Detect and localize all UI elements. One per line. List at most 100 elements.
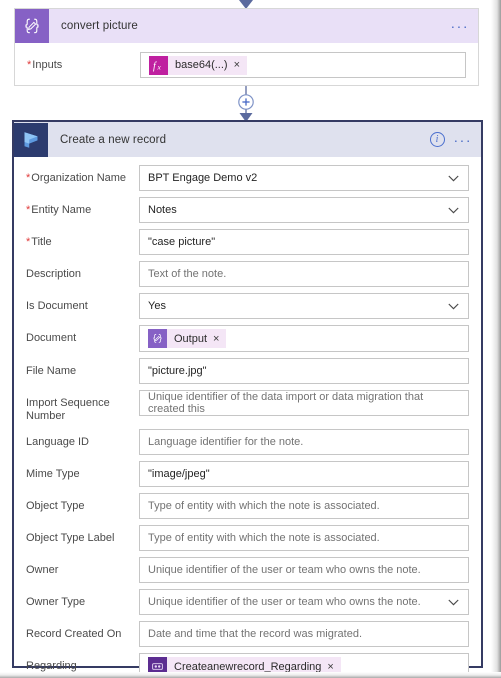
field-row-description: Description Text of the note. <box>26 261 469 287</box>
field-label-text: Record Created On <box>26 628 122 640</box>
field-input-import-sequence-number[interactable]: Unique identifier of the data import or … <box>139 390 469 416</box>
required-asterisk: * <box>26 236 31 248</box>
field-label-text: Is Document <box>26 300 88 312</box>
compose-braces-icon <box>15 9 49 43</box>
field-input-object-type-label[interactable]: Type of entity with which the note is as… <box>139 525 469 551</box>
field-label-text: Document <box>26 332 77 344</box>
token-remove-icon[interactable]: × <box>213 333 221 345</box>
field-dropdown-is-document[interactable]: Yes <box>139 293 469 319</box>
token-remove-icon[interactable]: × <box>234 59 242 71</box>
field-value-file-name: "picture.jpg" <box>148 365 207 377</box>
card-title-convert-picture: convert picture <box>61 20 138 32</box>
required-asterisk: * <box>27 59 32 71</box>
field-value-title: "case picture" <box>148 236 216 248</box>
card-body-create-a-new-record: *Organization Name BPT Engage Demo v2 *Ent… <box>14 157 481 678</box>
more-commands-icon[interactable]: ··· <box>451 19 470 33</box>
field-label-organization-name: *Organization Name <box>26 165 139 185</box>
field-label-regarding: Regarding <box>26 653 139 673</box>
field-placeholder-language-id: Language identifier for the note. <box>148 436 304 448</box>
field-value-organization-name: BPT Engage Demo v2 <box>148 172 258 184</box>
field-dropdown-organization-name[interactable]: BPT Engage Demo v2 <box>139 165 469 191</box>
card-header-convert-picture[interactable]: convert picture ··· <box>15 9 478 43</box>
field-row-entity-name: *Entity Name Notes <box>26 197 469 223</box>
svg-text:x: x <box>157 62 162 71</box>
field-value-entity-name: Notes <box>148 204 177 216</box>
field-label-object-type: Object Type <box>26 493 139 513</box>
chevron-down-icon <box>448 303 459 310</box>
field-input-title[interactable]: "case picture" <box>139 229 469 255</box>
token-base64[interactable]: f x base64(...) × <box>149 55 248 75</box>
field-input-owner[interactable]: Unique identifier of the user or team wh… <box>139 557 469 583</box>
field-label-text: Import Sequence Number <box>26 397 110 422</box>
field-label-owner-type: Owner Type <box>26 589 139 609</box>
field-label-record-created-on: Record Created On <box>26 621 139 641</box>
field-input-record-created-on[interactable]: Date and time that the record was migrat… <box>139 621 469 647</box>
chevron-down-icon <box>448 599 459 606</box>
required-asterisk: * <box>26 204 31 216</box>
required-asterisk: * <box>26 172 31 184</box>
flow-designer-canvas: convert picture ··· *Inputs f x base64(.… <box>0 0 501 678</box>
field-dropdown-owner-type[interactable]: Unique identifier of the user or team wh… <box>139 589 469 615</box>
field-label-description: Description <box>26 261 139 281</box>
field-label-is-document: Is Document <box>26 293 139 313</box>
field-label-entity-name: *Entity Name <box>26 197 139 217</box>
field-placeholder-object-type-label: Type of entity with which the note is as… <box>148 532 380 544</box>
field-label-text: Regarding <box>26 660 77 672</box>
field-input-mime-type[interactable]: "image/jpeg" <box>139 461 469 487</box>
field-row-file-name: File Name "picture.jpg" <box>26 358 469 384</box>
field-row-mime-type: Mime Type "image/jpeg" <box>26 461 469 487</box>
dynamics365-icon <box>14 122 48 157</box>
field-row-language-id: Language ID Language identifier for the n… <box>26 429 469 455</box>
field-label-text: Organization Name <box>31 172 127 184</box>
field-label-mime-type: Mime Type <box>26 461 139 481</box>
field-row-organization-name: *Organization Name BPT Engage Demo v2 <box>26 165 469 191</box>
chevron-down-icon <box>448 175 459 182</box>
field-label-title: *Title <box>26 229 139 249</box>
compose-output-icon <box>148 329 167 348</box>
field-row-import-sequence-number: Import Sequence Number Unique identifier … <box>26 390 469 423</box>
field-label-document: Document <box>26 325 139 345</box>
field-label-import-sequence-number: Import Sequence Number <box>26 390 139 423</box>
field-input-inputs[interactable]: f x base64(...) × <box>140 52 466 78</box>
field-row-title: *Title "case picture" <box>26 229 469 255</box>
field-dropdown-entity-name[interactable]: Notes <box>139 197 469 223</box>
field-row-owner: Owner Unique identifier of the user or te… <box>26 557 469 583</box>
field-input-object-type[interactable]: Type of entity with which the note is as… <box>139 493 469 519</box>
canvas-scrollbar-gutter[interactable] <box>491 0 501 678</box>
field-placeholder-record-created-on: Date and time that the record was migrat… <box>148 628 362 640</box>
field-placeholder-owner-type: Unique identifier of the user or team wh… <box>148 596 421 608</box>
field-input-document[interactable]: Output × <box>139 325 469 352</box>
field-value-mime-type: "image/jpeg" <box>148 468 210 480</box>
field-label-text: Title <box>31 236 52 248</box>
field-label-language-id: Language ID <box>26 429 139 449</box>
field-row-is-document: Is Document Yes <box>26 293 469 319</box>
field-placeholder-import-sequence-number: Unique identifier of the data import or … <box>148 391 424 415</box>
field-label-file-name: File Name <box>26 358 139 378</box>
field-input-description[interactable]: Text of the note. <box>139 261 469 287</box>
action-card-convert-picture[interactable]: convert picture ··· *Inputs f x base64(.… <box>14 8 479 86</box>
field-input-language-id[interactable]: Language identifier for the note. <box>139 429 469 455</box>
chevron-down-icon <box>448 207 459 214</box>
token-label-regarding: Createanewrecord_Regarding <box>174 660 322 673</box>
token-label-document: Output <box>174 332 208 345</box>
card-header-actions-2: i ··· <box>429 122 473 157</box>
field-label-object-type-label: Object Type Label <box>26 525 139 545</box>
field-input-file-name[interactable]: "picture.jpg" <box>139 358 469 384</box>
field-row-document: Document Output × <box>26 325 469 352</box>
field-label-text: Owner Type <box>26 596 86 608</box>
field-label-text: Mime Type <box>26 468 80 480</box>
token-document[interactable]: Output × <box>148 329 227 348</box>
field-placeholder-owner: Unique identifier of the user or team wh… <box>148 564 421 576</box>
field-label-owner: Owner <box>26 557 139 577</box>
field-value-is-document: Yes <box>148 300 166 312</box>
more-commands-icon-2[interactable]: ··· <box>454 133 473 147</box>
action-card-create-a-new-record[interactable]: Create a new record i ··· *Organization … <box>12 120 483 678</box>
field-label-text: Entity Name <box>31 204 92 216</box>
info-icon[interactable]: i <box>429 132 445 147</box>
field-label-text: Description <box>26 268 82 280</box>
field-label-text: Object Type <box>26 500 85 512</box>
card-header-create-a-new-record[interactable]: Create a new record i ··· <box>14 122 481 157</box>
token-remove-icon[interactable]: × <box>327 661 335 673</box>
token-label-base64: base64(...) <box>175 59 228 71</box>
svg-text:f: f <box>153 61 157 72</box>
